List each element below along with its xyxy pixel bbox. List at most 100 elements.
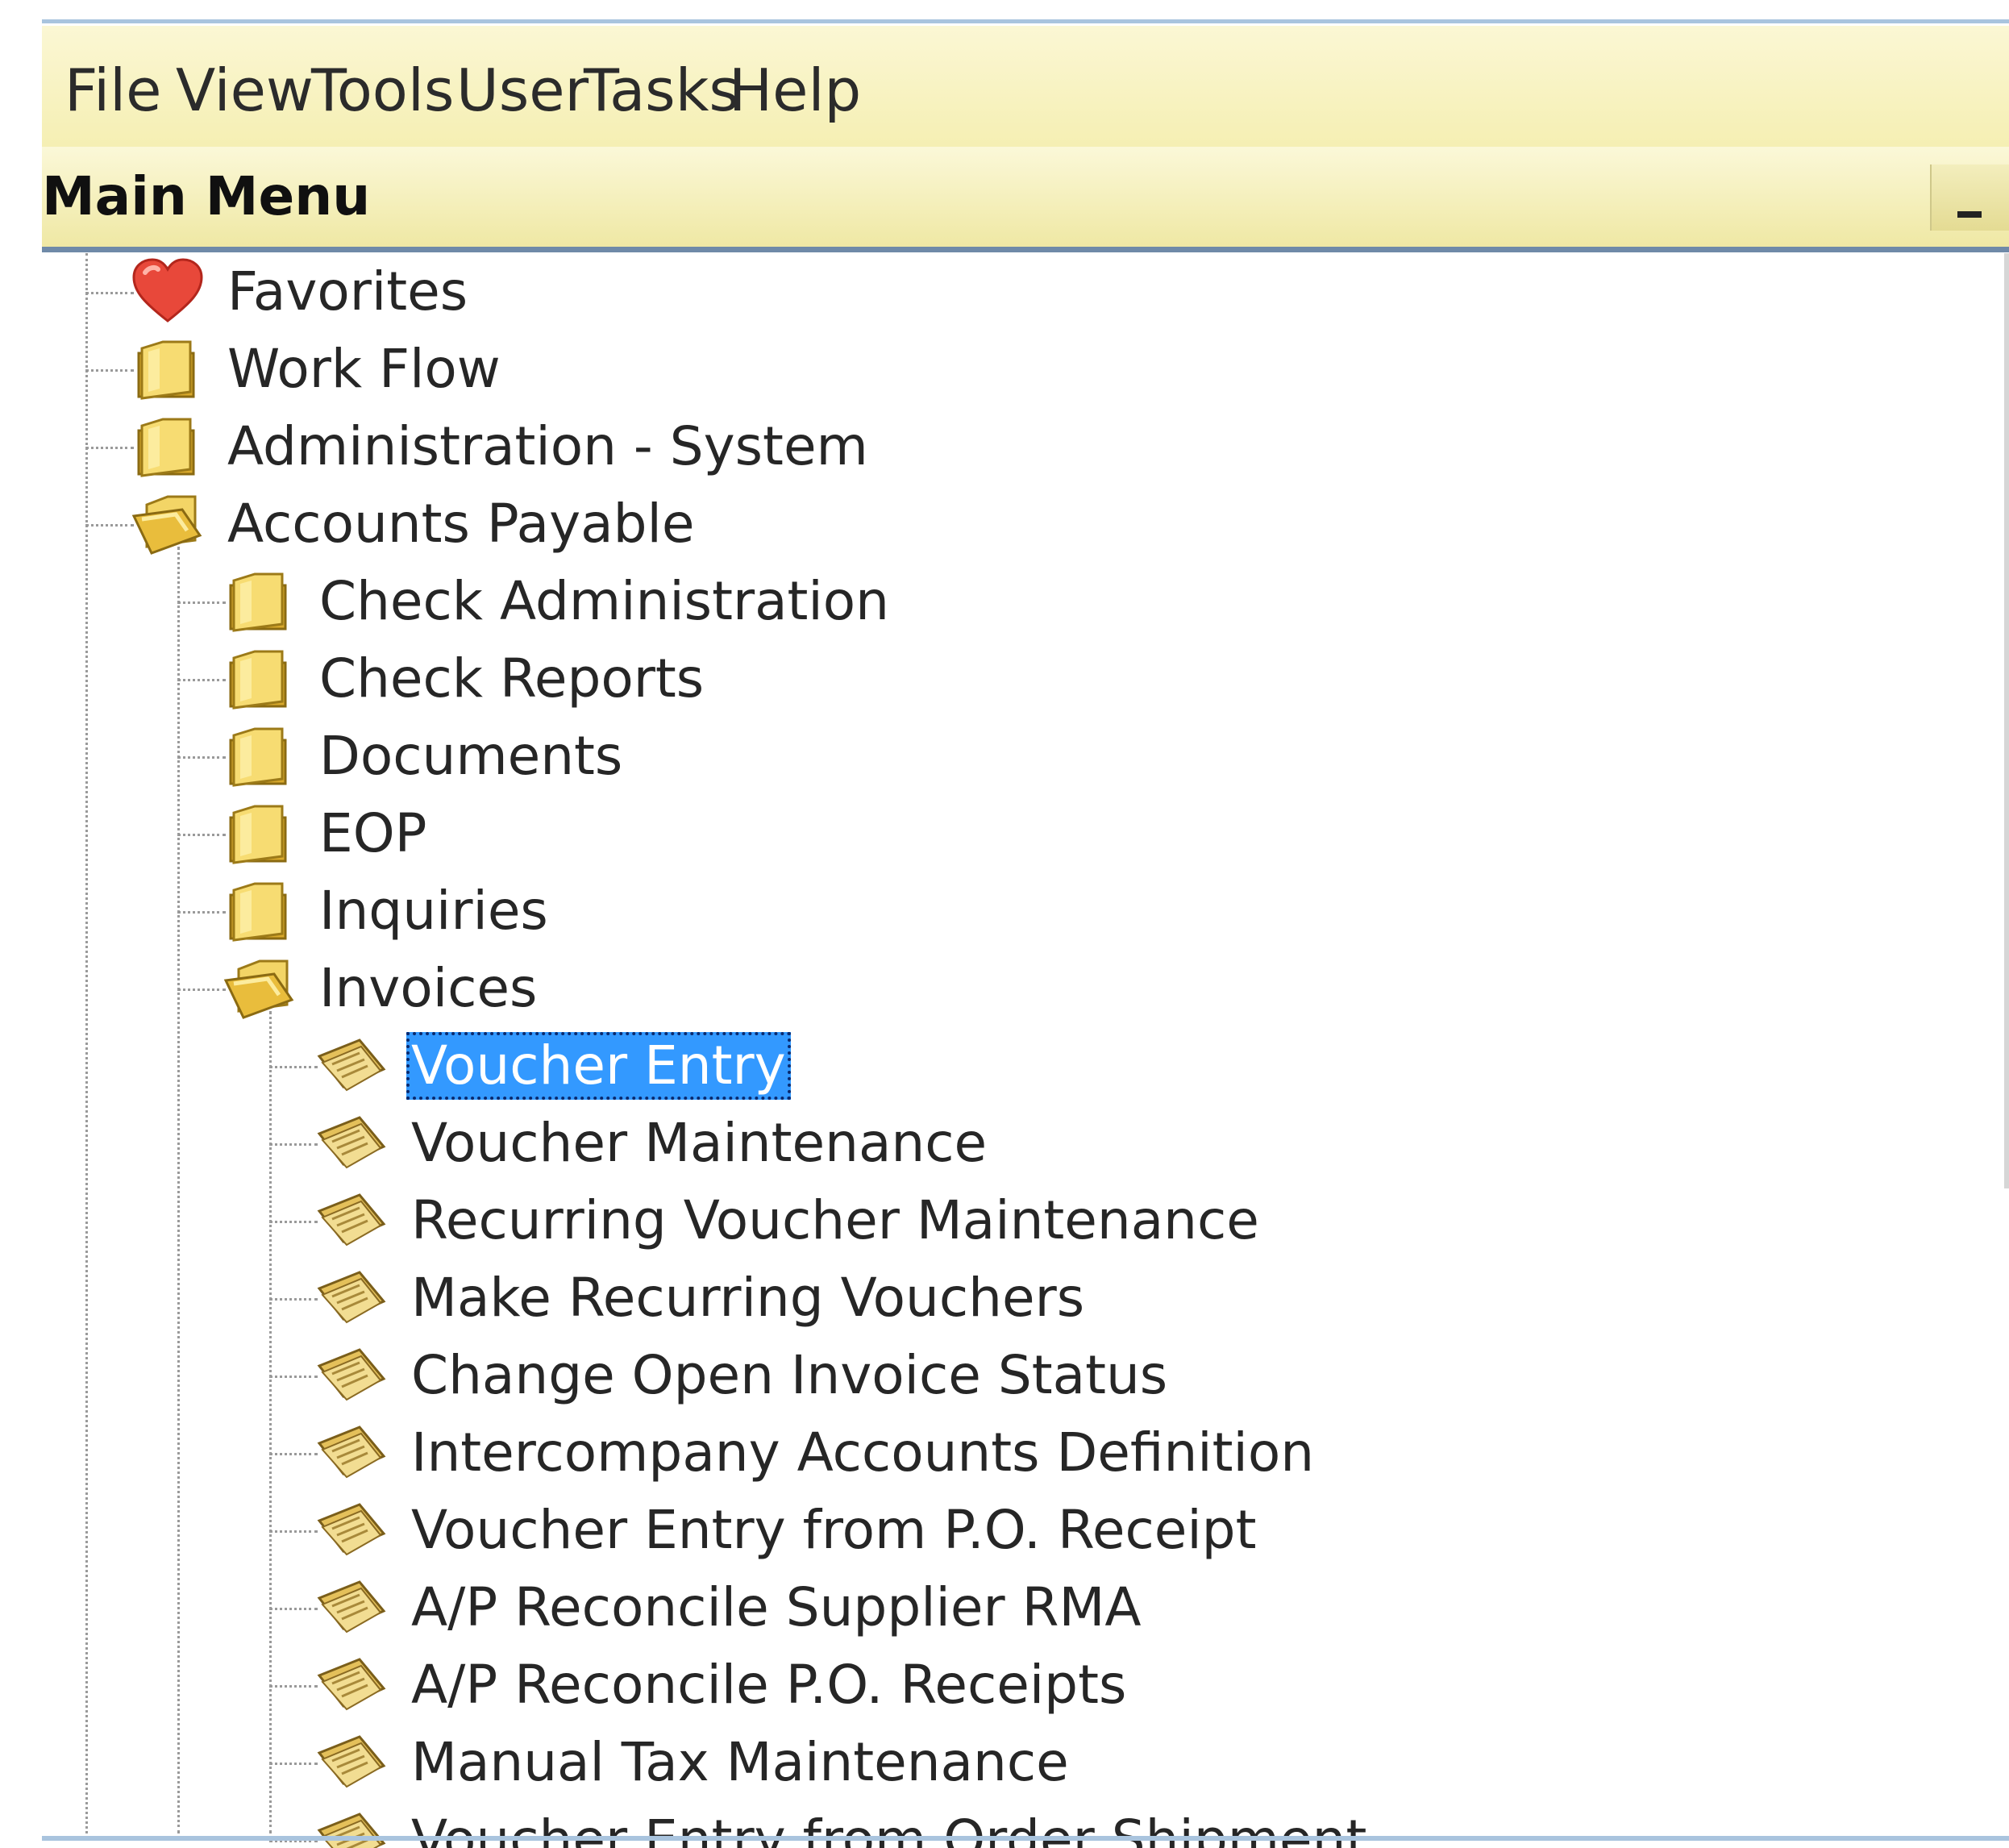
panel-title: Main Menu xyxy=(42,165,371,227)
tree-item-label: A/P Reconcile Supplier RMA xyxy=(411,1576,1142,1638)
form-icon xyxy=(314,1806,389,1848)
tree-guide-line xyxy=(85,253,88,1833)
tree-connector xyxy=(177,911,226,914)
form-icon xyxy=(314,1264,389,1332)
tree-item-label: Accounts Payable xyxy=(227,493,695,555)
minimize-icon xyxy=(1957,211,1982,218)
folder-icon xyxy=(223,722,297,790)
tree-item-documents[interactable]: Documents xyxy=(223,718,627,795)
tree-item-voucher-entry-from-order-shipment[interactable]: Voucher Entry from Order Shipment xyxy=(314,1801,1371,1848)
menu-user[interactable]: User xyxy=(456,55,589,126)
top-border xyxy=(42,19,2009,23)
tree-item-voucher-entry-from-p-o-receipt[interactable]: Voucher Entry from P.O. Receipt xyxy=(314,1492,1261,1569)
form-icon xyxy=(314,1342,389,1409)
tree-item-accounts-payable[interactable]: Accounts Payable xyxy=(131,485,699,563)
tree-item-label: Voucher Entry from Order Shipment xyxy=(411,1808,1367,1848)
tree-item-make-recurring-vouchers[interactable]: Make Recurring Vouchers xyxy=(314,1259,1089,1337)
menu-view[interactable]: View xyxy=(176,55,314,126)
form-icon xyxy=(314,1496,389,1564)
tree-item-administration-system[interactable]: Administration - System xyxy=(131,408,873,485)
tree-connector xyxy=(269,1143,318,1146)
tree-connector xyxy=(269,1376,318,1378)
form-icon xyxy=(314,1574,389,1642)
heart-icon xyxy=(131,258,205,326)
tree-item-label: Work Flow xyxy=(227,338,501,400)
tree-connector xyxy=(269,1066,318,1068)
tree-item-label: Manual Tax Maintenance xyxy=(411,1731,1069,1793)
tree-guide-line xyxy=(269,1011,272,1833)
panel-title-bar: Main Menu xyxy=(42,147,2009,252)
tree-item-label: Intercompany Accounts Definition xyxy=(411,1421,1315,1484)
tree-connector xyxy=(85,447,134,449)
tree-item-work-flow[interactable]: Work Flow xyxy=(131,331,505,408)
folder-open-icon xyxy=(223,955,297,1022)
menu-tools[interactable]: Tools xyxy=(311,55,454,126)
bottom-border xyxy=(42,1836,2009,1841)
form-icon xyxy=(314,1032,389,1100)
tree-item-label: Documents xyxy=(319,725,623,787)
menu-tasks[interactable]: Tasks xyxy=(584,55,739,126)
menu-help[interactable]: Help xyxy=(729,55,861,126)
menu-tree: Favorites Work Flow Administration - Syste… xyxy=(42,253,1993,1848)
tree-item-label: Invoices xyxy=(319,957,538,1019)
tree-connector xyxy=(177,834,226,836)
tree-item-check-administration[interactable]: Check Administration xyxy=(223,563,894,640)
tree-item-intercompany-accounts-definition[interactable]: Intercompany Accounts Definition xyxy=(314,1414,1319,1492)
folder-icon xyxy=(131,335,205,403)
tree-item-eop[interactable]: EOP xyxy=(223,795,431,872)
tree-item-inquiries[interactable]: Inquiries xyxy=(223,872,553,950)
tree-item-label: Voucher Maintenance xyxy=(411,1112,988,1174)
folder-open-icon xyxy=(131,490,205,558)
tree-item-label: Voucher Entry xyxy=(406,1032,791,1100)
tree-connector xyxy=(269,1685,318,1688)
form-icon xyxy=(314,1651,389,1719)
form-icon xyxy=(314,1187,389,1255)
tree-item-label: Inquiries xyxy=(319,880,548,942)
tree-connector xyxy=(85,292,134,294)
tree-guide-line xyxy=(177,547,180,1833)
tree-connector xyxy=(269,1298,318,1301)
tree-connector xyxy=(177,756,226,759)
tree-connector xyxy=(269,1453,318,1455)
minimize-button[interactable] xyxy=(1930,164,2009,231)
tree-item-a-p-reconcile-supplier-rma[interactable]: A/P Reconcile Supplier RMA xyxy=(314,1569,1146,1646)
tree-item-label: Favorites xyxy=(227,260,468,323)
scrollbar-edge[interactable] xyxy=(2004,253,2009,1188)
form-icon xyxy=(314,1729,389,1796)
tree-item-favorites[interactable]: Favorites xyxy=(131,253,472,331)
tree-item-label: Voucher Entry from P.O. Receipt xyxy=(411,1499,1257,1561)
form-icon xyxy=(314,1109,389,1177)
tree-item-label: Make Recurring Vouchers xyxy=(411,1267,1085,1329)
tree-item-recurring-voucher-maintenance[interactable]: Recurring Voucher Maintenance xyxy=(314,1182,1264,1259)
folder-icon xyxy=(131,413,205,481)
tree-connector xyxy=(269,1763,318,1765)
tree-connector xyxy=(269,1608,318,1610)
tree-item-label: Change Open Invoice Status xyxy=(411,1344,1168,1406)
tree-item-voucher-maintenance[interactable]: Voucher Maintenance xyxy=(314,1105,992,1182)
tree-connector xyxy=(85,524,134,527)
tree-connector xyxy=(177,989,226,991)
tree-item-label: EOP xyxy=(319,802,427,864)
tree-item-label: A/P Reconcile P.O. Receipts xyxy=(411,1654,1127,1716)
tree-item-label: Administration - System xyxy=(227,415,868,477)
tree-connector xyxy=(269,1221,318,1223)
folder-icon xyxy=(223,800,297,868)
tree-item-voucher-entry[interactable]: Voucher Entry xyxy=(314,1027,791,1105)
tree-item-label: Check Reports xyxy=(319,647,705,710)
tree-connector xyxy=(177,601,226,604)
folder-icon xyxy=(223,645,297,713)
tree-item-manual-tax-maintenance[interactable]: Manual Tax Maintenance xyxy=(314,1724,1074,1801)
tree-connector xyxy=(85,369,134,372)
folder-icon xyxy=(223,568,297,635)
tree-connector xyxy=(177,679,226,681)
tree-connector xyxy=(269,1530,318,1533)
form-icon xyxy=(314,1419,389,1487)
tree-item-label: Recurring Voucher Maintenance xyxy=(411,1189,1259,1251)
main-menu-window: File View Tools User Tasks Help Main Men… xyxy=(42,19,2009,1848)
tree-item-change-open-invoice-status[interactable]: Change Open Invoice Status xyxy=(314,1337,1172,1414)
tree-item-label: Check Administration xyxy=(319,570,889,632)
menu-file[interactable]: File xyxy=(64,55,161,126)
folder-icon xyxy=(223,877,297,945)
tree-item-check-reports[interactable]: Check Reports xyxy=(223,640,709,718)
tree-item-a-p-reconcile-p-o-receipts[interactable]: A/P Reconcile P.O. Receipts xyxy=(314,1646,1131,1724)
